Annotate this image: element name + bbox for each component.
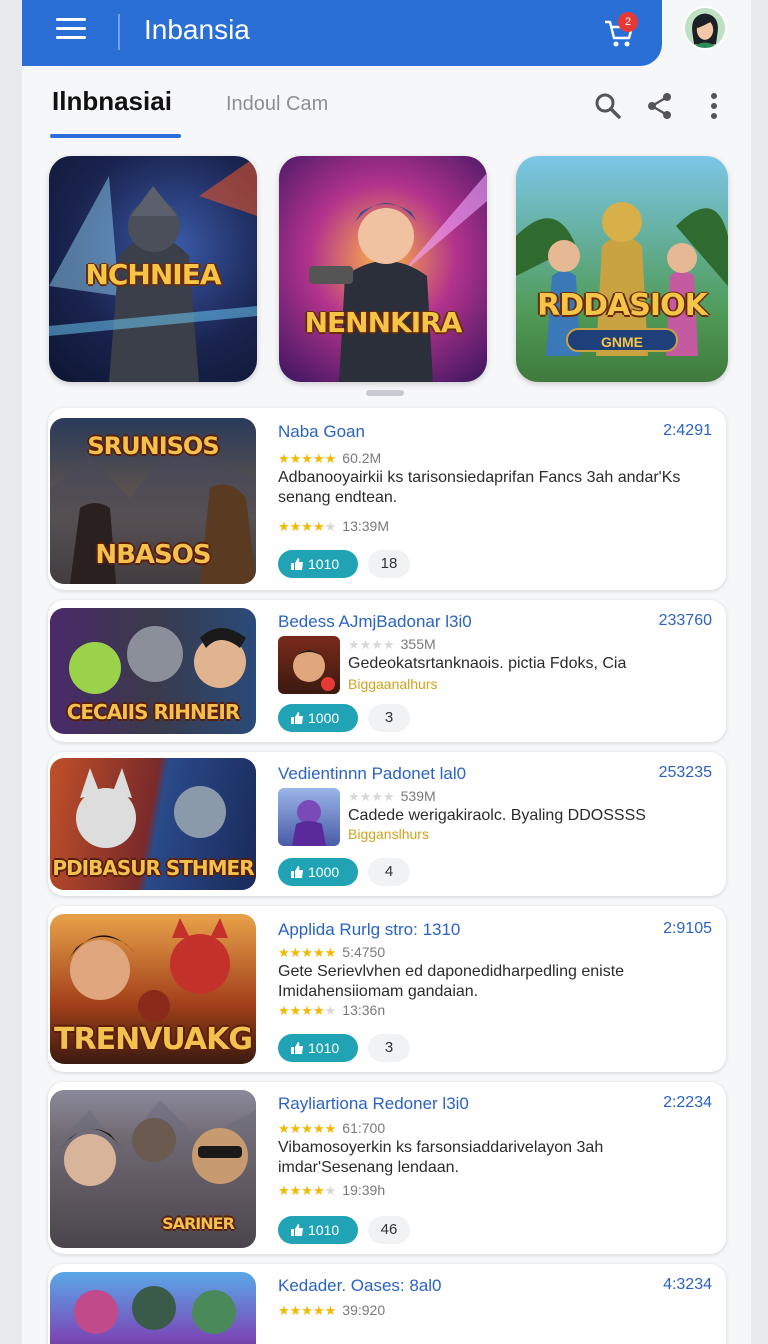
game-description: Adbanooyairkii ks tarisonsiedaprifan Fan… — [278, 469, 681, 506]
developer-label: Bigganslhurs — [348, 826, 429, 842]
rating-secondary: 13:39M — [342, 518, 389, 534]
thumb-up-icon — [291, 1224, 303, 1236]
rating-stars: ★★★★ 355M — [348, 636, 436, 652]
menu-icon[interactable] — [56, 18, 86, 40]
thumb-up-icon — [291, 558, 303, 570]
rating-count: 60.2M — [342, 450, 382, 466]
rating-stars-secondary: ★★★★★ 19:39h — [278, 1182, 386, 1198]
game-number: 4:3234 — [663, 1276, 712, 1293]
tab-ilnbnasiai[interactable]: Ilnbnasiai — [52, 86, 172, 117]
carousel-handle[interactable] — [366, 390, 404, 396]
game-thumbnail: PDIBASUR STHMER — [50, 758, 256, 890]
download-label: 1010 — [308, 1040, 340, 1056]
count-badge: 46 — [368, 1216, 410, 1244]
featured-title: NCHNIEA — [85, 258, 221, 291]
game-number: 2:2234 — [663, 1094, 712, 1111]
more-vert-icon[interactable] — [700, 92, 728, 120]
featured-art-image — [309, 173, 487, 382]
download-button[interactable]: 1000 — [278, 704, 358, 732]
featured-card[interactable]: NCHNIEA — [49, 156, 257, 382]
game-number: 233760 — [658, 612, 712, 629]
thumb-up-icon — [291, 866, 303, 878]
rating-stars: ★★★★★ 60.2M — [278, 450, 382, 466]
rating-stars: ★★★★★ 61:700 — [278, 1120, 386, 1136]
app-frame: Inbansia 2 Ilnbnasiai Indoul Cam NCHNIEA… — [22, 0, 751, 1344]
thumbnail-title: SARINER — [162, 1214, 235, 1233]
thumb-up-icon — [291, 712, 303, 724]
game-title[interactable]: Applida Rurlg stro: 1310 — [278, 920, 460, 940]
game-title[interactable]: Rayliartiona Redoner l3i0 — [278, 1094, 469, 1114]
tab-indoul-cam[interactable]: Indoul Cam — [226, 93, 328, 116]
thumbnail-title: PDIBASUR STHMER — [52, 856, 254, 880]
game-number: 2:4291 — [663, 422, 712, 439]
share-icon[interactable] — [646, 92, 674, 120]
app-title: Inbansia — [144, 14, 250, 45]
download-button[interactable]: 1000 — [278, 858, 358, 886]
rating-count: 61:700 — [342, 1120, 386, 1136]
thumbnail-subtitle: NBASOS — [95, 540, 211, 570]
download-button[interactable]: 1010 — [278, 1034, 358, 1062]
game-thumbnail: TRENVUAKG — [50, 914, 256, 1064]
count-badge: 3 — [368, 704, 410, 732]
count-badge: 3 — [368, 1034, 410, 1062]
list-item[interactable]: SARINER Rayliartiona Redoner l3i0 2:2234… — [48, 1082, 726, 1254]
tab-underline — [50, 134, 181, 138]
mini-thumbnail — [278, 788, 340, 846]
search-icon[interactable] — [594, 92, 622, 120]
game-thumbnail — [50, 1272, 256, 1344]
game-thumbnail: CECAIIS RIHNEIR — [50, 608, 256, 734]
list-item[interactable]: SRUNISOS NBASOS Naba Goan 2:4291 ★★★★★ 60… — [48, 408, 726, 590]
developer-label: Biggaanalhurs — [348, 676, 438, 692]
download-button[interactable]: 1010 — [278, 1216, 358, 1244]
game-description: Gete Serievlvhen ed daponedidharpedling … — [278, 963, 625, 1000]
mini-thumbnail — [278, 636, 340, 694]
appbar-divider — [118, 14, 120, 50]
rating-stars: ★★★★ 539M — [348, 788, 436, 804]
game-title[interactable]: Bedess AJmjBadonar l3i0 — [278, 612, 472, 632]
list-item[interactable]: PDIBASUR STHMER Vedientinnn Padonet lal0… — [48, 752, 726, 896]
download-button[interactable]: 1010 — [278, 550, 358, 578]
rating-stars: ★★★★★ 5:4750 — [278, 944, 386, 960]
download-label: 1010 — [308, 1222, 340, 1238]
featured-card[interactable]: RDDASIOK GNME — [516, 156, 728, 382]
game-thumbnail: SRUNISOS NBASOS — [50, 418, 256, 584]
rating-stars: ★★★★★ 39:920 — [278, 1302, 386, 1318]
thumbnail-title: CECAIIS RIHNEIR — [66, 700, 241, 724]
game-thumbnail: SARINER — [50, 1090, 256, 1248]
featured-title: RDDASIOK — [537, 288, 708, 323]
featured-card[interactable]: NENNKIRA — [279, 156, 487, 382]
cart-badge: 2 — [618, 12, 638, 32]
app-bar: Inbansia 2 — [22, 0, 662, 66]
game-description: Vibamosoyerkin ks farsonsiaddarivelayon … — [278, 1139, 604, 1176]
rating-stars-secondary: ★★★★★ 13:36n — [278, 1002, 386, 1018]
game-title[interactable]: Vedientinnn Padonet lal0 — [278, 764, 466, 784]
list-item[interactable]: CECAIIS RIHNEIR Bedess AJmjBadonar l3i0 … — [48, 600, 726, 742]
rating-count: 539M — [400, 788, 436, 804]
rating-stars-secondary: ★★★★★ 13:39M — [278, 518, 389, 534]
thumbnail-title: SRUNISOS — [87, 432, 219, 460]
list-item[interactable]: Kedader. Oases: 8al0 4:3234 ★★★★★ 39:920 — [48, 1264, 726, 1344]
count-badge: 4 — [368, 858, 410, 886]
count-badge: 18 — [368, 550, 410, 578]
game-title[interactable]: Naba Goan — [278, 422, 365, 442]
download-label: 1000 — [308, 710, 340, 726]
game-description: Gedeokatsrtanknaois. pictia Fdoks, Cia — [348, 655, 627, 672]
featured-title: NENNKIRA — [304, 306, 463, 339]
thumb-up-icon — [291, 1042, 303, 1054]
game-title[interactable]: Kedader. Oases: 8al0 — [278, 1276, 442, 1296]
game-number: 2:9105 — [663, 920, 712, 937]
rating-count: 355M — [400, 636, 436, 652]
thumbnail-title: TRENVUAKG — [54, 1022, 253, 1057]
game-description: Cadede werigakiraolc. Byaling DDOSSSS — [348, 807, 646, 824]
avatar[interactable] — [683, 6, 727, 50]
rating-count: 39:920 — [342, 1302, 386, 1318]
list-item[interactable]: TRENVUAKG Applida Rurlg stro: 1310 2:910… — [48, 906, 726, 1072]
rating-secondary: 19:39h — [342, 1182, 386, 1198]
download-label: 1000 — [308, 864, 340, 880]
rating-count: 5:4750 — [342, 944, 386, 960]
game-number: 253235 — [658, 764, 712, 781]
featured-subtitle: GNME — [566, 328, 678, 352]
download-label: 1010 — [308, 556, 340, 572]
rating-secondary: 13:36n — [342, 1002, 386, 1018]
